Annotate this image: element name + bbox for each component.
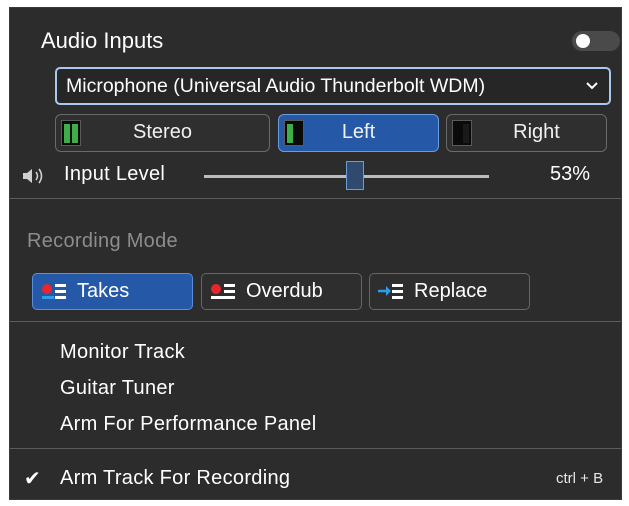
mode-replace-button[interactable]: Replace [369,273,530,310]
input-level-value: 53% [550,163,591,185]
channel-stereo-button[interactable]: Stereo [55,114,270,152]
speaker-icon[interactable] [22,166,48,186]
takes-icon [42,284,66,299]
audio-inputs-panel: Audio Inputs Microphone (Universal Audio… [9,7,622,500]
divider [10,198,621,199]
channel-right-label: Right [513,121,560,143]
menu-item-guitar-tuner[interactable]: Guitar Tuner [60,377,175,400]
input-level-label: Input Level [64,163,166,185]
chevron-down-icon [586,82,598,90]
menu-item-monitor-track[interactable]: Monitor Track [60,341,185,364]
audio-inputs-toggle[interactable] [572,31,620,51]
mode-overdub-label: Overdub [246,280,323,302]
mode-takes-label: Takes [77,280,130,302]
divider [10,321,621,322]
input-level-slider-thumb[interactable] [346,161,364,190]
recording-mode-label: Recording Mode [27,230,178,252]
channel-left-label: Left [341,121,376,143]
channel-stereo-label: Stereo [133,121,192,143]
mode-replace-label: Replace [414,280,488,302]
overdub-icon [211,284,235,299]
panel-title: Audio Inputs [41,28,164,53]
toggle-knob [576,34,590,48]
check-icon: ✔ [24,468,41,490]
mode-takes-button[interactable]: Takes [32,273,193,310]
input-device-value: Microphone (Universal Audio Thunderbolt … [66,75,486,97]
shortcut-label: ctrl + B [556,470,604,487]
channel-right-button[interactable]: Right [446,114,607,152]
menu-item-arm-performance-panel[interactable]: Arm For Performance Panel [60,413,316,436]
channel-left-button[interactable]: Left [278,114,439,152]
input-device-dropdown[interactable]: Microphone (Universal Audio Thunderbolt … [55,67,611,105]
mode-overdub-button[interactable]: Overdub [201,273,362,310]
replace-icon [378,284,403,299]
divider [10,448,621,449]
menu-item-arm-track-for-recording[interactable]: Arm Track For Recording [60,467,290,490]
